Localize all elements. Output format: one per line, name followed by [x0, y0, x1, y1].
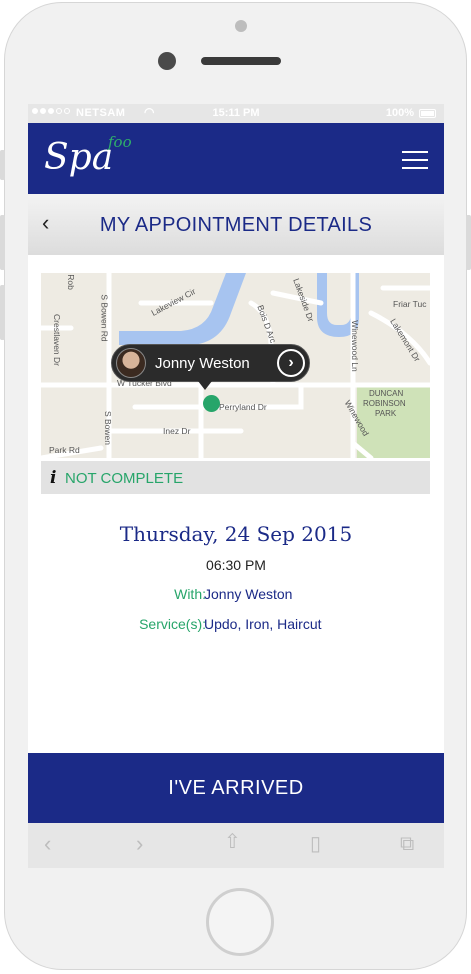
street-label: S Bowen	[103, 410, 114, 446]
app-screen: NETSAM ◠ 15:11 PM 100% Spa foo ‹ MY APPO…	[28, 104, 444, 868]
with-label: With:	[174, 586, 206, 602]
park-label: ROBINSON	[363, 399, 406, 408]
arrived-button[interactable]: I'VE ARRIVED	[28, 753, 444, 823]
services-label: Service(s):	[139, 616, 206, 632]
tabs-icon[interactable]: ⧉	[400, 833, 414, 855]
clock: 15:11 PM	[212, 107, 260, 119]
status-badge: NOT COMPLETE	[65, 470, 184, 487]
battery-icon	[419, 109, 436, 118]
park-label: DUNCAN	[369, 389, 404, 398]
location-map[interactable]: Rob S Bowen Rd Lakeview Cir Bois D Arc L…	[41, 273, 430, 458]
street-label: Inez Dr	[163, 426, 191, 436]
brand-logo[interactable]: Spa foo	[44, 133, 164, 183]
street-label: Winewood Ln	[349, 320, 360, 372]
chevron-right-icon[interactable]: ›	[277, 349, 305, 377]
with-value: Jonny Weston	[204, 586, 293, 602]
park-label: PARK	[375, 409, 397, 418]
volume-down-button	[0, 285, 5, 340]
volume-up-button	[0, 215, 5, 270]
earpiece-speaker	[201, 57, 281, 65]
callout-tail	[198, 381, 212, 390]
street-label: Crestlaven Dr	[51, 314, 62, 366]
app-navbar: Spa foo	[28, 123, 444, 194]
browser-toolbar: ‹ › ⇧ ▯ ⧉	[28, 823, 444, 868]
menu-icon[interactable]	[402, 151, 428, 169]
front-camera	[158, 52, 176, 70]
mute-switch	[0, 150, 5, 180]
street-label: Friar Tuc	[393, 299, 427, 309]
browser-forward-icon[interactable]: ›	[136, 833, 143, 855]
street-label: S Bowen Rd	[99, 294, 110, 342]
stylist-pin-callout[interactable]: Jonny Weston ›	[111, 344, 310, 382]
status-bar: NETSAM ◠ 15:11 PM 100%	[28, 104, 444, 123]
appointment-status-bar: i NOT COMPLETE	[41, 461, 430, 494]
street-label: Rob	[65, 274, 76, 290]
share-icon[interactable]: ⇧	[224, 831, 241, 853]
avatar	[116, 348, 146, 378]
logo-main-text: Spa	[44, 137, 114, 178]
appointment-time: 06:30 PM	[206, 557, 266, 573]
page-title: MY APPOINTMENT DETAILS	[99, 214, 373, 236]
info-icon: i	[50, 468, 57, 488]
page-header: ‹ MY APPOINTMENT DETAILS	[28, 194, 444, 255]
home-button[interactable]	[206, 888, 274, 956]
battery-percent: 100%	[385, 107, 414, 119]
services-value: Updo, Iron, Haircut	[204, 616, 322, 632]
appointment-date: Thursday, 24 Sep 2015	[119, 522, 353, 546]
browser-back-icon[interactable]: ‹	[44, 833, 51, 855]
stylist-name: Jonny Weston	[155, 355, 250, 372]
logo-sub-text: foo	[108, 133, 132, 151]
street-label: Park Rd	[49, 445, 80, 455]
power-button	[466, 215, 471, 270]
street-label: Perryland Dr	[219, 402, 267, 412]
bookmarks-icon[interactable]: ▯	[310, 833, 321, 855]
location-marker[interactable]	[203, 395, 220, 412]
proximity-sensor	[235, 20, 247, 32]
